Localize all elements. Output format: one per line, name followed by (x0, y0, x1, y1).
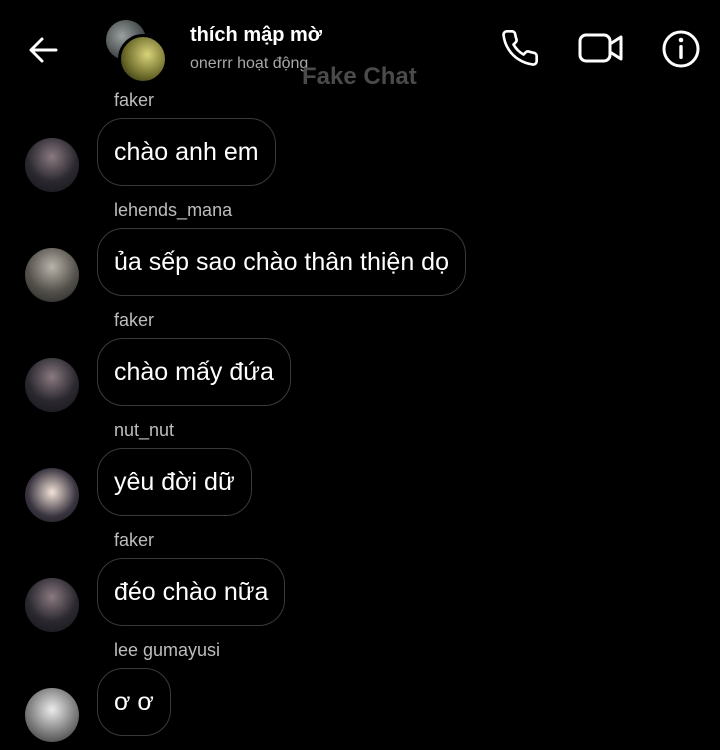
message-item: lehends_mana ủa sếp sao chào thân thiện … (0, 200, 720, 310)
message-item: faker chào anh em (0, 90, 720, 200)
sender-avatar[interactable] (25, 138, 79, 192)
sender-avatar[interactable] (25, 578, 79, 632)
chat-header: thích mập mờ onerrr hoạt động Fake Chat (0, 0, 720, 95)
sender-avatar[interactable] (25, 468, 79, 522)
sender-name: faker (114, 310, 155, 330)
sender-name: lehends_mana (114, 200, 233, 220)
message-item: faker chào mấy đứa (0, 310, 720, 420)
message-bubble[interactable]: ủa sếp sao chào thân thiện dọ (97, 228, 466, 296)
sender-name: faker (114, 530, 155, 550)
message-bubble[interactable]: đéo chào nữa (97, 558, 286, 626)
video-camera-icon[interactable] (578, 28, 623, 68)
active-status: onerrr hoạt động (190, 55, 309, 72)
sender-avatar[interactable] (25, 688, 79, 742)
message-item: lee gumayusi ơ ơ (0, 640, 720, 750)
message-bubble[interactable]: chào mấy đứa (97, 338, 291, 406)
back-arrow-icon[interactable] (24, 30, 64, 70)
group-avatar[interactable] (106, 20, 168, 84)
message-item: nut_nut yêu đời dữ (0, 420, 720, 530)
sender-avatar[interactable] (25, 358, 79, 412)
sender-name: lee gumayusi (114, 640, 221, 660)
message-bubble[interactable]: chào anh em (97, 118, 276, 186)
phone-icon[interactable] (500, 28, 540, 68)
group-avatar-front (118, 34, 168, 84)
chat-title[interactable]: thích mập mờ (190, 24, 322, 47)
sender-avatar[interactable] (25, 248, 79, 302)
info-icon[interactable] (660, 28, 700, 68)
message-bubble[interactable]: ơ ơ (97, 668, 171, 736)
message-item: faker đéo chào nữa (0, 530, 720, 640)
sender-name: nut_nut (114, 420, 175, 440)
watermark: Fake Chat (302, 63, 417, 90)
message-bubble[interactable]: yêu đời dữ (97, 448, 252, 516)
sender-name: faker (114, 90, 155, 110)
